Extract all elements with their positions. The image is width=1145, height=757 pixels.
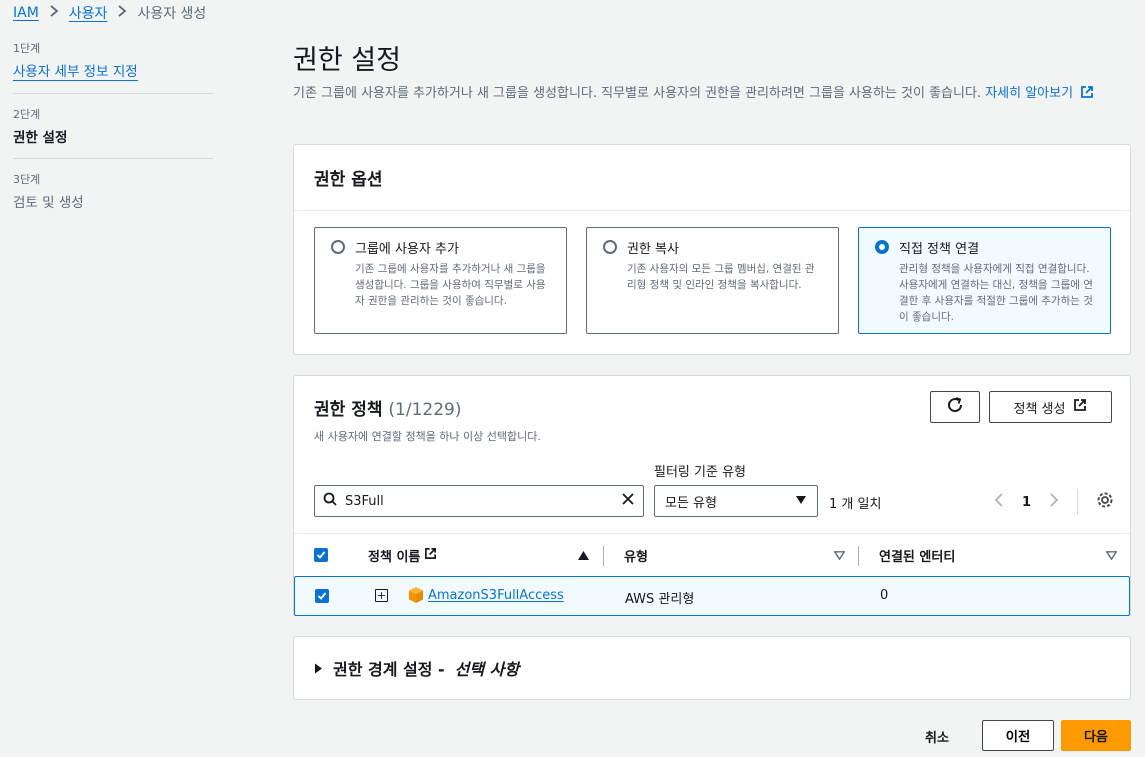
pagination: 1: [994, 489, 1114, 515]
policy-name-link[interactable]: AmazonS3FullAccess: [428, 588, 564, 603]
permission-options-panel: 권한 옵션 그룹에 사용자 추가 기존 그룹에 사용자를 추가하거나 새 그룹을…: [293, 144, 1131, 355]
description-text: 기존 그룹에 사용자를 추가하거나 새 그룹을 생성합니다. 직무별로 사용자의…: [293, 86, 982, 101]
table-header: 정책 이름 유형 연결된 엔터티: [294, 533, 1130, 575]
breadcrumb-iam[interactable]: IAM: [13, 5, 39, 21]
step-review-create: 검토 및 생성: [13, 195, 84, 211]
breadcrumb: IAM 사용자 사용자 생성: [13, 3, 206, 23]
step-number: 2단계: [13, 108, 41, 121]
aws-managed-policy-icon: [408, 586, 424, 608]
select-all-checkbox[interactable]: [314, 548, 328, 562]
option-description: 관리형 정책을 사용자에게 직접 연결합니다. 사용자에게 연결하는 대신, 정…: [899, 263, 1093, 323]
previous-button[interactable]: 이전: [982, 720, 1054, 751]
permissions-boundary-panel[interactable]: 권한 경계 설정 - 선택 사항: [293, 636, 1131, 700]
radio-button-selected[interactable]: [875, 240, 889, 254]
policies-subtitle: 새 사용자에 연결할 정책을 하나 이상 선택합니다.: [314, 430, 541, 443]
breadcrumb-current: 사용자 생성: [137, 6, 207, 22]
chevron-right-icon: [117, 5, 127, 21]
step-link-user-details[interactable]: 사용자 세부 정보 지정: [13, 60, 138, 81]
column-divider: [603, 546, 604, 566]
search-input[interactable]: S3Full: [314, 485, 644, 517]
step-number: 3단계: [13, 173, 41, 186]
next-button[interactable]: 다음: [1061, 720, 1131, 751]
policies-count: (1/1229): [388, 400, 462, 420]
radio-button[interactable]: [603, 240, 617, 254]
policy-type: AWS 관리형: [625, 592, 695, 607]
option-title: 권한 복사: [627, 242, 679, 257]
external-link-icon: [1073, 398, 1087, 416]
chevron-right-icon[interactable]: [1049, 493, 1059, 511]
refresh-button[interactable]: [930, 391, 980, 423]
policies-title: 권한 정책 (1/1229): [314, 400, 462, 420]
column-divider: [858, 546, 859, 566]
boundary-title: 권한 경계 설정 -: [333, 660, 445, 679]
row-checkbox[interactable]: [315, 589, 329, 603]
external-link-icon: [424, 547, 437, 564]
match-count: 1 개 일치: [829, 497, 882, 512]
step-number: 1단계: [13, 42, 41, 55]
sort-icon[interactable]: [1105, 549, 1118, 564]
wizard-steps: 1단계 사용자 세부 정보 지정 2단계 권한 설정 3단계 검토 및 생성: [13, 40, 213, 235]
chevron-right-icon: [49, 5, 59, 21]
table-row[interactable]: + AmazonS3FullAccess AWS 관리형 0: [294, 576, 1130, 616]
search-icon: [323, 492, 337, 510]
option-title: 그룹에 사용자 추가: [355, 242, 459, 257]
step-2: 2단계 권한 설정: [13, 106, 213, 159]
panel-title: 권한 옵션: [294, 145, 1130, 211]
step-1: 1단계 사용자 세부 정보 지정: [13, 40, 213, 94]
refresh-icon: [946, 396, 964, 418]
caret-down-icon: [795, 494, 807, 509]
gear-icon[interactable]: [1096, 491, 1114, 513]
external-link-icon: [1077, 86, 1094, 101]
radio-button[interactable]: [331, 240, 345, 254]
learn-more-link[interactable]: 자세히 알아보기: [985, 86, 1094, 101]
expand-icon[interactable]: +: [375, 589, 388, 602]
clear-icon[interactable]: [621, 492, 635, 510]
option-description: 기존 사용자의 모든 그룹 멤버십, 연결된 관리형 정책 및 인라인 정책을 …: [627, 263, 815, 291]
caret-right-icon: [314, 659, 323, 678]
page-title: 권한 설정: [293, 45, 401, 76]
search-value: S3Full: [345, 493, 384, 509]
divider: [1077, 489, 1079, 515]
option-add-to-group[interactable]: 그룹에 사용자 추가 기존 그룹에 사용자를 추가하거나 새 그룹을 생성합니다…: [314, 227, 567, 334]
column-header-policy-name[interactable]: 정책 이름: [368, 546, 437, 565]
step-3: 3단계 검토 및 생성: [13, 171, 213, 223]
sort-icon[interactable]: [833, 549, 846, 564]
page-description: 기존 그룹에 사용자를 추가하거나 새 그룹을 생성합니다. 직무별로 사용자의…: [293, 83, 1133, 105]
sort-ascending-icon[interactable]: [578, 549, 589, 564]
chevron-left-icon[interactable]: [994, 493, 1004, 511]
permission-policies-panel: 권한 정책 (1/1229) 새 사용자에 연결할 정책을 하나 이상 선택합니…: [293, 375, 1131, 616]
option-attach-policies[interactable]: 직접 정책 연결 관리형 정책을 사용자에게 직접 연결합니다. 사용자에게 연…: [858, 227, 1111, 334]
option-copy-permissions[interactable]: 권한 복사 기존 사용자의 모든 그룹 멤버십, 연결된 관리형 정책 및 인라…: [586, 227, 839, 334]
filter-type-label: 필터링 기준 유형: [654, 465, 746, 480]
create-policy-button[interactable]: 정책 생성: [989, 391, 1112, 423]
boundary-optional: 선택 사항: [454, 660, 520, 679]
breadcrumb-users[interactable]: 사용자: [69, 3, 108, 23]
filter-type-select[interactable]: 모든 유형: [654, 485, 818, 517]
option-description: 기존 그룹에 사용자를 추가하거나 새 그룹을 생성합니다. 그룹을 사용하여 …: [355, 263, 546, 307]
column-header-entities[interactable]: 연결된 엔터티: [879, 546, 955, 565]
step-current-permissions: 권한 설정: [13, 130, 68, 146]
policy-entities: 0: [880, 588, 889, 603]
option-title: 직접 정책 연결: [899, 242, 980, 257]
page-number[interactable]: 1: [1022, 495, 1031, 510]
column-header-type[interactable]: 유형: [624, 546, 648, 565]
cancel-button[interactable]: 취소: [925, 727, 949, 746]
